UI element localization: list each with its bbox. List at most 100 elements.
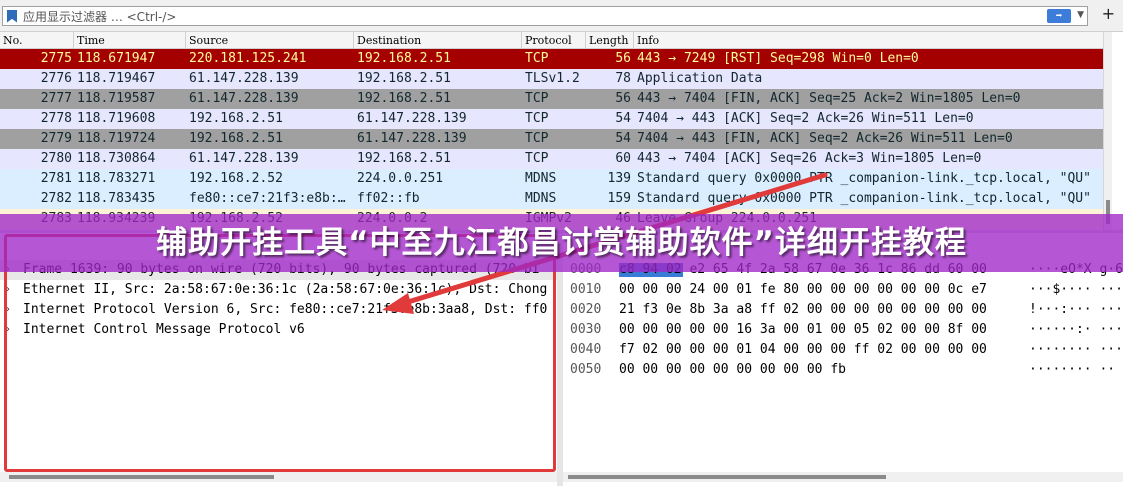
- packet-info: Standard query 0x0000 PTR _companion-lin…: [637, 191, 1091, 206]
- packet-time: 118.719587: [77, 91, 156, 106]
- details-hscrollbar[interactable]: [0, 472, 557, 482]
- packet-row[interactable]: 2781 118.783271 192.168.2.52 224.0.0.251 MDN…: [0, 169, 1103, 189]
- packet-protocol: TCP: [525, 91, 549, 106]
- packet-source: 61.147.228.139: [189, 71, 299, 86]
- byte-offset: 0050: [570, 362, 602, 377]
- title-banner: 辅助开挂工具“中至九江都昌讨赏辅助软件”详细开挂教程: [0, 214, 1123, 272]
- packet-length: 60: [615, 151, 631, 166]
- column-header-protocol[interactable]: Protocol: [525, 34, 572, 47]
- packet-row[interactable]: 2778 118.719608 192.168.2.51 61.147.228.139…: [0, 109, 1103, 129]
- byte-hex: 00 00 00 00 00 16 3a 00 01 00 05 02 00 0…: [619, 322, 987, 337]
- packet-time: 118.671947: [77, 51, 156, 66]
- plus-icon[interactable]: +: [1102, 5, 1115, 23]
- packet-time: 118.719724: [77, 131, 156, 146]
- scrollbar-thumb[interactable]: [568, 475, 886, 479]
- packet-info: Application Data: [637, 71, 763, 86]
- column-header-time[interactable]: Time: [77, 34, 105, 47]
- byte-offset: 0030: [570, 322, 602, 337]
- filter-placeholder: 应用显示过滤器 … <Ctrl-/>: [23, 9, 177, 24]
- banner-text: 辅助开挂工具“中至九江都昌讨赏辅助软件”详细开挂教程: [156, 225, 967, 261]
- packet-no: 2779: [40, 131, 72, 146]
- packet-no: 2782: [40, 191, 72, 206]
- packet-destination: 224.0.0.251: [357, 171, 444, 186]
- column-header-length[interactable]: Length: [589, 34, 628, 47]
- packet-source: 61.147.228.139: [189, 151, 299, 166]
- packet-row[interactable]: 2780 118.730864 61.147.228.139 192.168.2.51…: [0, 149, 1103, 169]
- packet-source: 61.147.228.139: [189, 91, 299, 106]
- packet-length: 78: [615, 71, 631, 86]
- byte-offset: 0020: [570, 302, 602, 317]
- packet-no: 2781: [40, 171, 72, 186]
- packet-destination: 192.168.2.51: [357, 51, 451, 66]
- bookmark-icon[interactable]: [7, 9, 17, 23]
- packet-row[interactable]: 2776 118.719467 61.147.228.139 192.168.2.51…: [0, 69, 1103, 89]
- column-header-source[interactable]: Source: [189, 34, 228, 47]
- packet-no: 2775: [40, 51, 72, 66]
- packet-time: 118.719467: [77, 71, 156, 86]
- packet-list-scrollbar[interactable]: [1103, 32, 1112, 230]
- packet-no: 2778: [40, 111, 72, 126]
- display-filter-toolbar: 应用显示过滤器 … <Ctrl-/> ➡ ▼ +: [0, 0, 1123, 32]
- packet-info: 443 → 7404 [ACK] Seq=26 Ack=3 Win=1805 L…: [637, 151, 982, 166]
- packet-length: 56: [615, 91, 631, 106]
- packet-length: 139: [607, 171, 631, 186]
- packet-no: 2777: [40, 91, 72, 106]
- packet-no: 2776: [40, 71, 72, 86]
- column-header-destination[interactable]: Destination: [357, 34, 421, 47]
- packet-time: 118.783271: [77, 171, 156, 186]
- packet-protocol: MDNS: [525, 171, 557, 186]
- packet-length: 56: [615, 51, 631, 66]
- scrollbar-thumb[interactable]: [9, 475, 274, 479]
- packet-no: 2780: [40, 151, 72, 166]
- packet-info: 7404 → 443 [FIN, ACK] Seq=2 Ack=26 Win=5…: [637, 131, 1013, 146]
- packet-row[interactable]: 2779 118.719724 192.168.2.51 61.147.228.139…: [0, 129, 1103, 149]
- packet-time: 118.730864: [77, 151, 156, 166]
- packet-info: 7404 → 443 [ACK] Seq=2 Ack=26 Win=511 Le…: [637, 111, 974, 126]
- display-filter-input[interactable]: 应用显示过滤器 … <Ctrl-/> ➡ ▼: [2, 6, 1088, 26]
- byte-ascii: ···$···· ········: [1029, 282, 1123, 297]
- bytes-hscrollbar[interactable]: [563, 472, 1123, 482]
- packet-protocol: MDNS: [525, 191, 557, 206]
- packet-info: 443 → 7404 [FIN, ACK] Seq=25 Ack=2 Win=1…: [637, 91, 1021, 106]
- bytes-row[interactable]: 0010 00 00 00 24 00 01 fe 80 00 00 00 00…: [563, 280, 1123, 300]
- packet-length: 54: [615, 111, 631, 126]
- packet-protocol: TCP: [525, 131, 549, 146]
- byte-ascii: ······:· ········: [1029, 322, 1123, 337]
- bytes-row[interactable]: 0030 00 00 00 00 00 16 3a 00 01 00 05 02…: [563, 320, 1123, 340]
- packet-time: 118.783435: [77, 191, 156, 206]
- packet-protocol: TLSv1.2: [525, 71, 580, 86]
- packet-time: 118.719608: [77, 111, 156, 126]
- packet-destination: 192.168.2.51: [357, 151, 451, 166]
- packet-info: Standard query 0x0000 PTR _companion-lin…: [637, 171, 1091, 186]
- byte-ascii: ········ ········: [1029, 342, 1123, 357]
- packet-row[interactable]: 2782 118.783435 fe80::ce7:21f3:e8b:… ff02::…: [0, 189, 1103, 209]
- packet-source: 220.181.125.241: [189, 51, 307, 66]
- arrow-right-icon[interactable]: ➡: [1047, 9, 1071, 23]
- packet-destination: ff02::fb: [357, 191, 420, 206]
- packet-source: 192.168.2.51: [189, 111, 283, 126]
- packet-destination: 192.168.2.51: [357, 71, 451, 86]
- bytes-row[interactable]: 0050 00 00 00 00 00 00 00 00 00 fb ·····…: [563, 360, 1123, 380]
- byte-offset: 0010: [570, 282, 602, 297]
- chevron-down-icon[interactable]: ▼: [1077, 10, 1084, 20]
- packet-list: No. Time Source Destination Protocol Len…: [0, 32, 1112, 230]
- bytes-row[interactable]: 0040 f7 02 00 00 00 01 04 00 00 00 ff 02…: [563, 340, 1123, 360]
- packet-destination: 61.147.228.139: [357, 111, 467, 126]
- packet-protocol: TCP: [525, 111, 549, 126]
- byte-hex: 00 00 00 24 00 01 fe 80 00 00 00 00 00 0…: [619, 282, 987, 297]
- column-header-info[interactable]: Info: [637, 34, 659, 47]
- packet-source: 192.168.2.51: [189, 131, 283, 146]
- packet-destination: 192.168.2.51: [357, 91, 451, 106]
- packet-row[interactable]: 2777 118.719587 61.147.228.139 192.168.2.51…: [0, 89, 1103, 109]
- byte-hex: f7 02 00 00 00 01 04 00 00 00 ff 02 00 0…: [619, 342, 987, 357]
- packet-length: 54: [615, 131, 631, 146]
- bytes-row[interactable]: 0020 21 f3 0e 8b 3a a8 ff 02 00 00 00 00…: [563, 300, 1123, 320]
- packet-destination: 61.147.228.139: [357, 131, 467, 146]
- packet-row[interactable]: 2775 118.671947 220.181.125.241 192.168.2.5…: [0, 49, 1103, 69]
- byte-ascii: ········ ··: [1029, 362, 1116, 377]
- packet-info: 443 → 7249 [RST] Seq=298 Win=0 Len=0: [637, 51, 919, 66]
- byte-hex: 00 00 00 00 00 00 00 00 00 fb: [619, 362, 846, 377]
- packet-protocol: TCP: [525, 51, 549, 66]
- byte-hex: 21 f3 0e 8b 3a a8 ff 02 00 00 00 00 00 0…: [619, 302, 987, 317]
- column-header-no[interactable]: No.: [3, 34, 23, 47]
